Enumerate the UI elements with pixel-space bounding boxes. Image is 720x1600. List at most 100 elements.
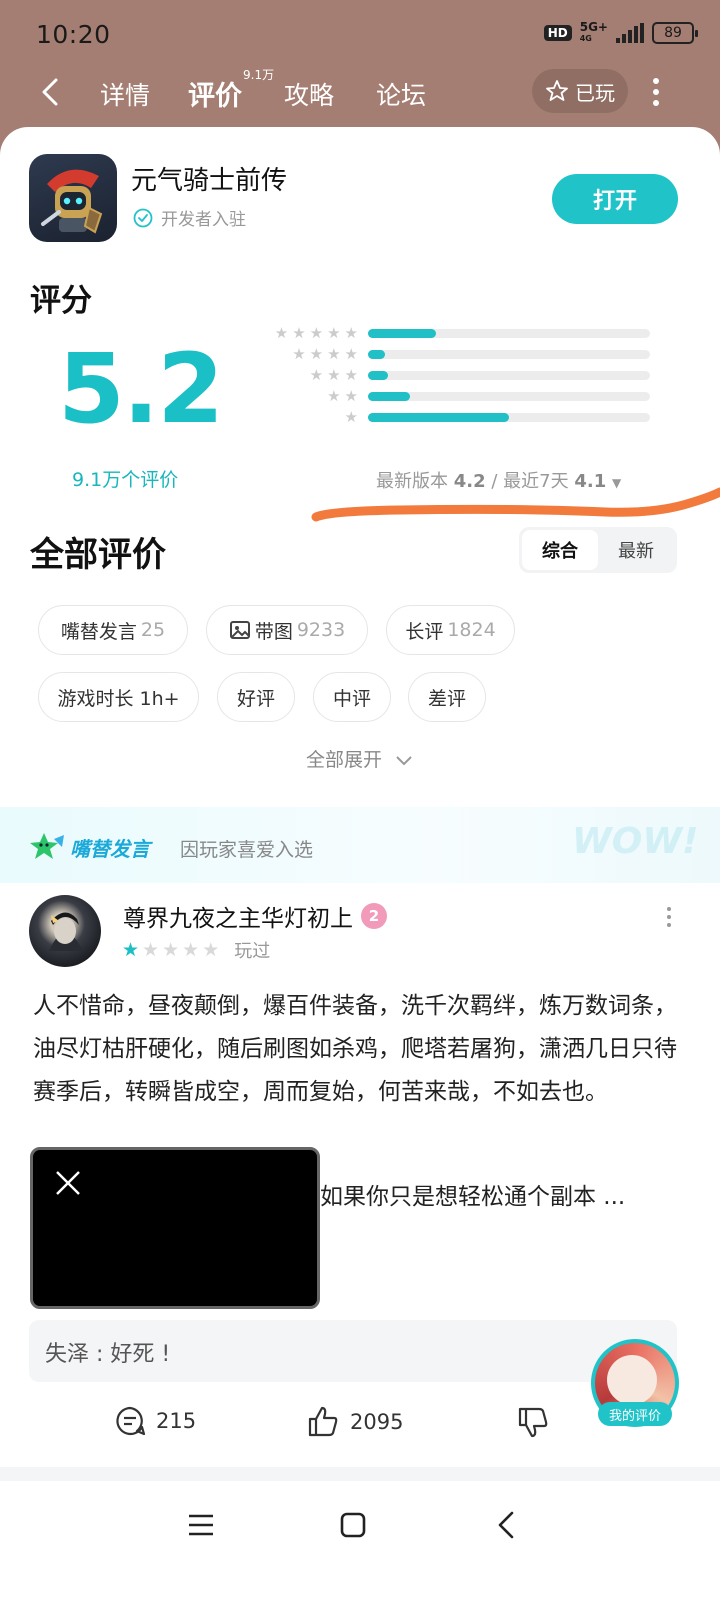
featured-deco-text: WOW! bbox=[572, 821, 699, 862]
filter-label: 带图 bbox=[254, 620, 293, 643]
hd-icon: HD bbox=[543, 25, 572, 41]
tab-reviews[interactable]: 评价 bbox=[188, 74, 242, 113]
featured-logo: 嘴替发言 bbox=[30, 831, 150, 863]
all-reviews-title: 全部评价 bbox=[30, 535, 166, 575]
menu-icon[interactable] bbox=[186, 1510, 216, 1540]
recent-ratings[interactable]: 最新版本 4.2 / 最近7天 4.1 ▼ bbox=[376, 467, 621, 493]
tab-details[interactable]: 详情 bbox=[100, 76, 150, 112]
image-icon bbox=[229, 621, 250, 639]
open-button[interactable]: 打开 bbox=[552, 174, 678, 224]
filter-count: 1824 bbox=[447, 619, 496, 641]
tab-forum[interactable]: 论坛 bbox=[376, 76, 426, 112]
reviewer-name-row: 尊界九夜之主华灯初上 2 bbox=[123, 899, 387, 933]
filter-label: 差评 bbox=[427, 687, 466, 710]
rating-row-stars: ★ ★ ★ ★ bbox=[292, 344, 358, 364]
floating-video-player[interactable] bbox=[30, 1147, 320, 1309]
expand-label: 全部展开 bbox=[305, 749, 382, 771]
latest-version-label: 最新版本 bbox=[376, 471, 448, 492]
star-icon: ★ bbox=[327, 387, 341, 405]
star-icon: ★ bbox=[344, 345, 358, 363]
filter-chip-negative[interactable]: 差评 bbox=[408, 672, 486, 722]
level-badge: 2 bbox=[361, 903, 387, 929]
chevron-down-icon bbox=[396, 755, 412, 765]
rating-bar-fill bbox=[368, 350, 385, 359]
comment-button[interactable]: 215 bbox=[114, 1405, 196, 1437]
filter-chip-featured[interactable]: 嘴替发言 25 bbox=[38, 605, 188, 655]
system-nav-bar bbox=[0, 1482, 720, 1600]
top-comment[interactable]: 失泽 : 好死 ! bbox=[29, 1320, 677, 1382]
app-icon bbox=[29, 154, 117, 242]
filter-chip-playtime[interactable]: 游戏时长 1h+ bbox=[38, 672, 199, 722]
filter-label: 好评 bbox=[236, 687, 275, 710]
review-more-icon[interactable] bbox=[667, 907, 673, 927]
filter-label: 游戏时长 1h+ bbox=[57, 687, 180, 710]
filter-label: 长评 bbox=[405, 620, 444, 643]
rating-row-3-star: ★ ★ ★ bbox=[230, 365, 660, 386]
tab-guides[interactable]: 攻略 bbox=[284, 76, 334, 112]
star-icon: ★ bbox=[327, 366, 341, 384]
review-text[interactable]: 人不惜命，昼夜颠倒，爆百件装备，洗千次羁绊，炼万数词条，油尽灯枯肝硬化，随后刷图… bbox=[33, 985, 683, 1114]
comment-count: 215 bbox=[156, 1409, 197, 1433]
more-icon[interactable] bbox=[652, 78, 660, 106]
home-icon[interactable] bbox=[338, 1510, 368, 1540]
featured-reason: 因玩家喜爱入选 bbox=[180, 839, 314, 861]
status-bar: 10:20 HD 5G+ 4G 89 bbox=[0, 0, 720, 72]
review-rating-row: ★ ★ ★ ★ ★ 玩过 bbox=[122, 937, 270, 963]
featured-tag: 嘴替发言 bbox=[70, 836, 150, 861]
star-icon: ★ bbox=[344, 387, 358, 405]
my-review-label[interactable]: 我的评价 bbox=[598, 1402, 672, 1426]
rating-title: 评分 bbox=[30, 283, 92, 319]
star-icon: ★ bbox=[182, 939, 200, 961]
rating-row-stars: ★ ★ ★ ★ ★ bbox=[275, 323, 358, 343]
rating-bar-track bbox=[368, 371, 650, 380]
like-count: 2095 bbox=[350, 1410, 404, 1434]
filter-chip-long[interactable]: 长评 1824 bbox=[386, 605, 515, 655]
star-icon: ★ bbox=[292, 345, 306, 363]
battery-icon: 89 bbox=[652, 22, 698, 44]
played-button[interactable]: 已玩 bbox=[532, 69, 628, 113]
back-icon[interactable] bbox=[38, 76, 66, 108]
rating-row-1-star: ★ bbox=[230, 407, 660, 428]
mascot-icon bbox=[30, 833, 64, 859]
back-nav-icon[interactable] bbox=[492, 1510, 522, 1540]
play-status: 玩过 bbox=[234, 941, 271, 962]
network-sub-label: 4G bbox=[579, 34, 592, 43]
featured-banner: 嘴替发言 因玩家喜爱入选 WOW! bbox=[0, 807, 720, 883]
status-icons: HD 5G+ 4G 89 bbox=[543, 20, 698, 44]
comment-icon bbox=[116, 1406, 146, 1436]
latest-version-score: 4.2 bbox=[453, 471, 486, 492]
rating-bar-fill bbox=[368, 329, 436, 338]
sort-latest[interactable]: 最新 bbox=[598, 530, 674, 570]
filter-chip-neutral[interactable]: 中评 bbox=[313, 672, 391, 722]
rating-bar-fill bbox=[368, 371, 388, 380]
filter-chip-images[interactable]: 带图 9233 bbox=[206, 605, 368, 655]
filter-count: 25 bbox=[140, 619, 166, 641]
sort-comprehensive[interactable]: 综合 bbox=[522, 530, 598, 570]
thumbs-up-icon bbox=[308, 1406, 338, 1437]
reviewer-avatar[interactable] bbox=[29, 895, 101, 967]
star-icon: ★ bbox=[142, 939, 160, 961]
star-icon: ★ bbox=[292, 324, 306, 342]
star-icon: ★ bbox=[162, 939, 180, 961]
top-nav: 详情 评价 9.1万 攻略 论坛 已玩 bbox=[0, 64, 720, 124]
filter-chip-positive[interactable]: 好评 bbox=[217, 672, 295, 722]
star-icon: ★ bbox=[274, 324, 289, 342]
like-button[interactable]: 2095 bbox=[306, 1405, 403, 1439]
main-card: 元气骑士前传 开发者入驻 打开 评分 5.2 9.1万个评价 ★ ★ ★ ★ ★ ★ ★ ★ ★… bbox=[0, 127, 720, 1527]
status-time: 10:20 bbox=[36, 20, 111, 49]
recent-7d-score: 4.1 bbox=[574, 471, 607, 492]
rating-bar-track bbox=[368, 329, 650, 338]
review-text-more[interactable]: 如果你只是想轻松通个副本 ... bbox=[320, 1177, 625, 1211]
rating-distribution: ★ ★ ★ ★ ★ ★ ★ ★ ★ ★ ★ ★ ★ ★ ★ bbox=[230, 323, 660, 428]
reviewer-name[interactable]: 尊界九夜之主华灯初上 bbox=[123, 899, 353, 933]
network-label: 5G+ bbox=[579, 20, 608, 34]
dislike-button[interactable] bbox=[516, 1405, 550, 1439]
expand-all-button[interactable]: 全部展开 bbox=[0, 745, 720, 772]
close-icon[interactable] bbox=[53, 1168, 83, 1198]
recent-7d-label: 最近7天 bbox=[503, 471, 569, 492]
star-icon: ★ bbox=[122, 939, 140, 961]
star-icon: ★ bbox=[344, 366, 358, 384]
rating-bar-track bbox=[368, 350, 650, 359]
my-review-avatar bbox=[607, 1355, 657, 1405]
verified-icon bbox=[133, 208, 153, 227]
